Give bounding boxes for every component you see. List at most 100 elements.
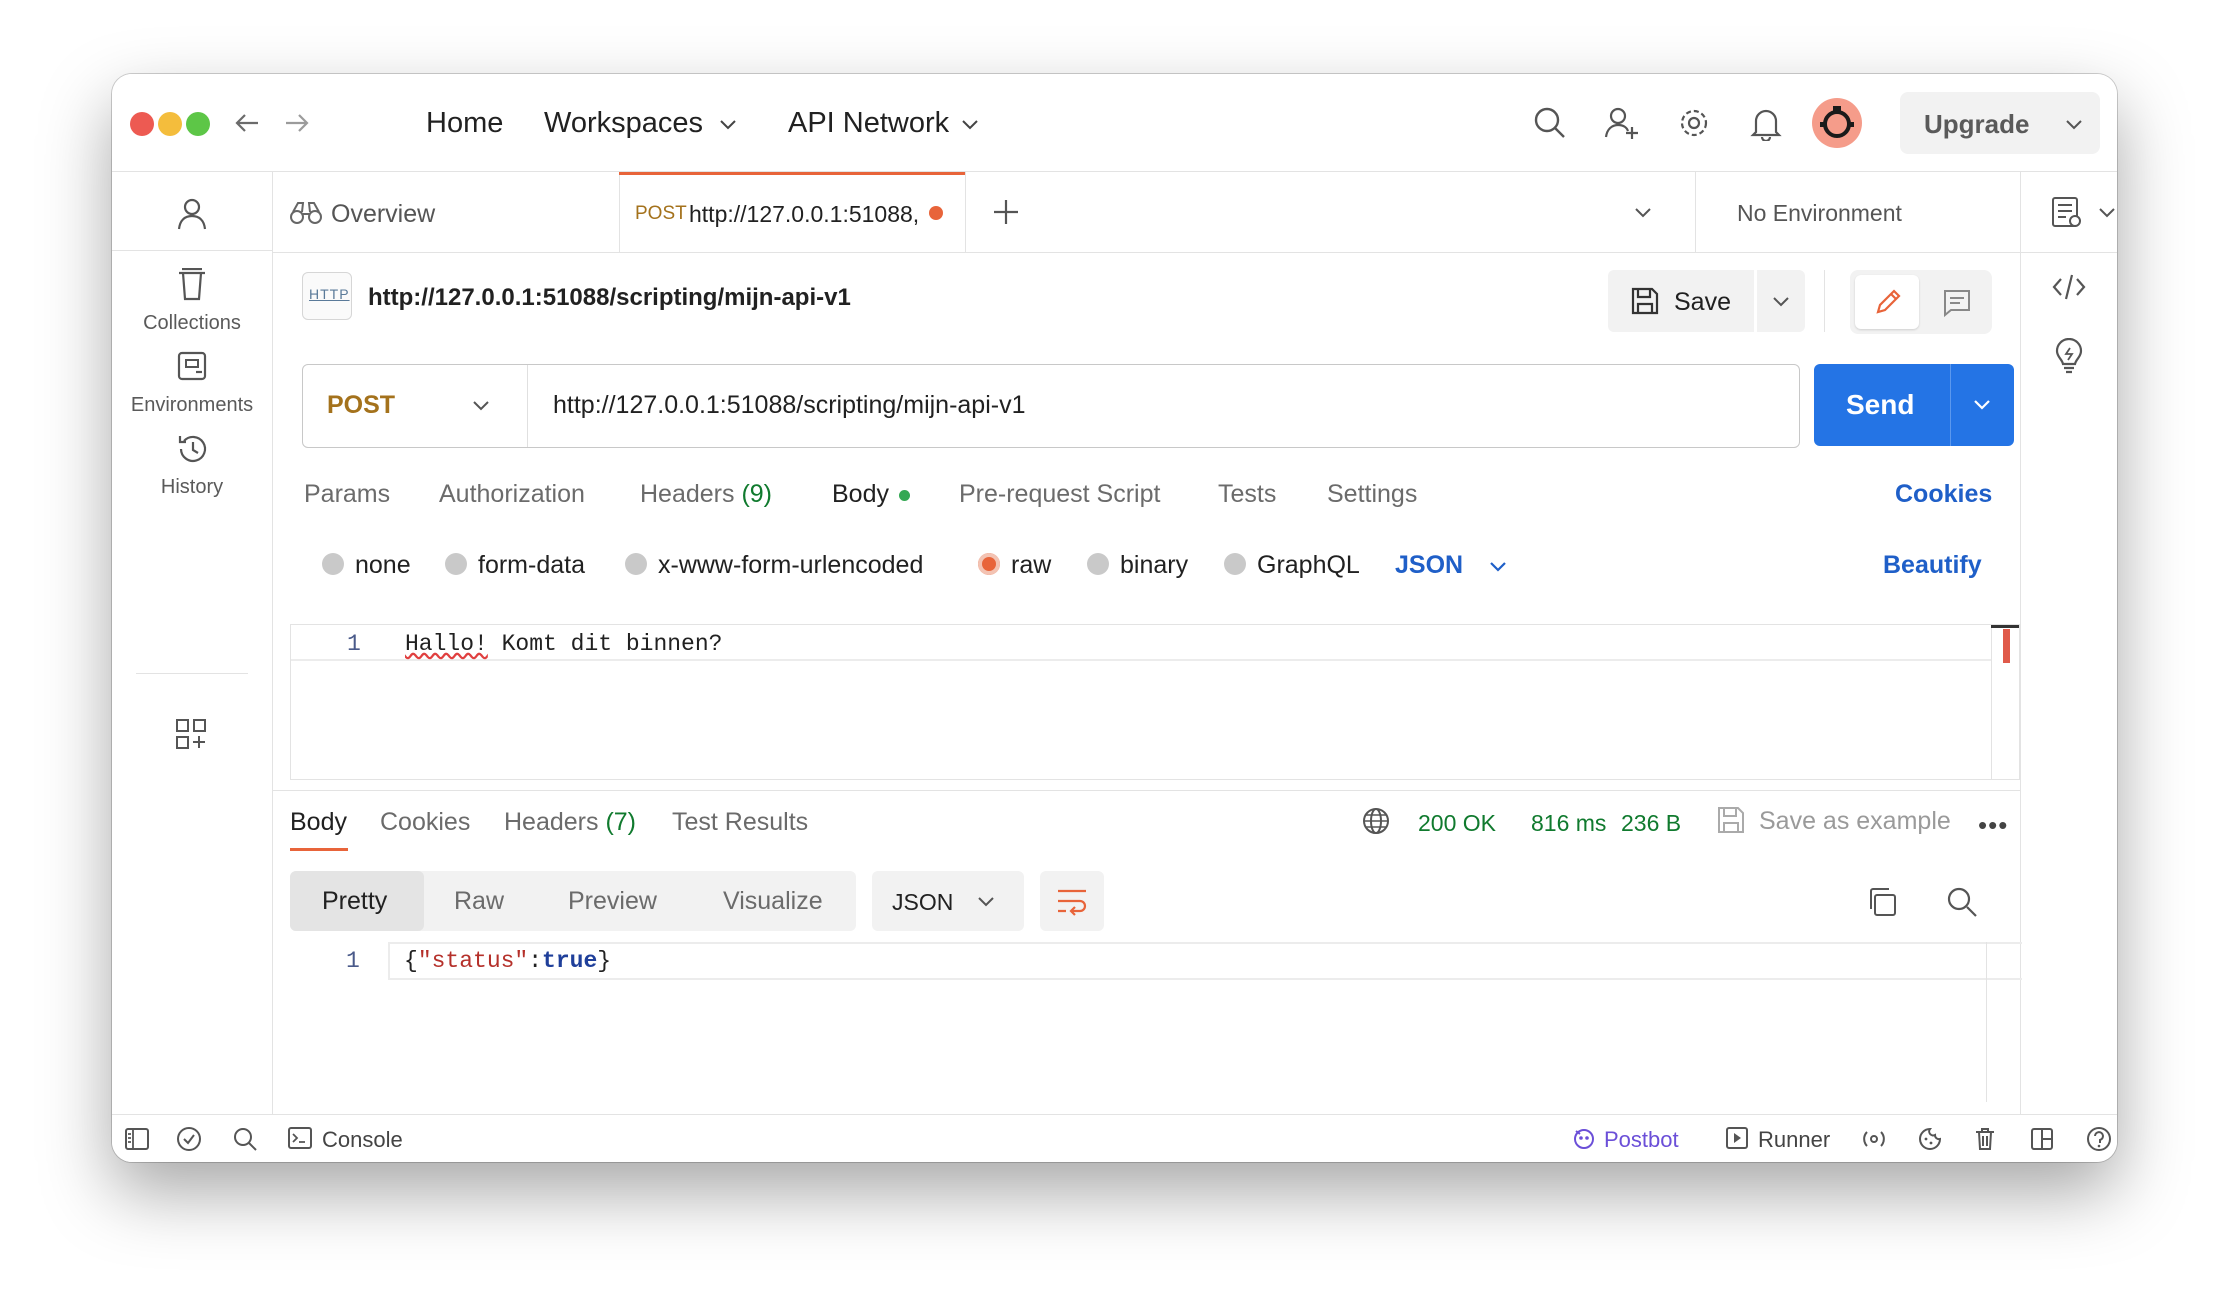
tab-overview[interactable]: Overview [273,172,620,252]
environment-quick-look-icon[interactable] [2051,196,2083,230]
radio-raw-selected[interactable] [978,553,1000,575]
maximize-window-button[interactable] [186,112,210,136]
editor-scrollbar-track[interactable] [1991,625,1992,779]
sidebar-item-label: Environments [130,394,254,416]
pencil-icon [1873,287,1903,317]
response-tab-body[interactable]: Body [290,808,347,837]
minimize-window-button[interactable] [158,112,182,136]
radio-graphql[interactable] [1224,553,1246,575]
comment-icon[interactable] [1942,288,1972,318]
environment-selector[interactable]: No Environment [1697,172,2115,252]
cookies-link[interactable]: Cookies [1895,480,1992,509]
json-colon: : [528,948,543,974]
postbot-button[interactable]: Postbot [1572,1123,1692,1155]
radio-form-data[interactable] [445,553,467,575]
edit-mode-button[interactable] [1855,275,1919,329]
view-mode-visualize[interactable]: Visualize [723,887,823,916]
method-label: POST [327,391,396,419]
divider [2020,172,2021,252]
online-status-icon[interactable] [176,1126,202,1152]
body-format-selector[interactable]: JSON [1395,551,1463,580]
tab-body[interactable]: Body [832,480,889,509]
method-selector[interactable]: POST [303,365,528,447]
radio-urlencoded[interactable] [625,553,647,575]
copy-icon[interactable] [1866,886,1898,918]
environment-icon [176,350,208,384]
lightbulb-icon[interactable] [2053,338,2085,374]
forward-arrow-icon[interactable] [282,108,312,138]
view-mode-pretty[interactable]: Pretty [290,871,424,931]
response-tab-headers[interactable]: Headers (7) [504,808,636,837]
chevron-down-icon[interactable] [1488,556,1508,576]
tab-authorization[interactable]: Authorization [439,480,585,509]
settings-gear-icon[interactable] [1676,105,1712,141]
sidebar-item-collections[interactable]: Collections [112,268,272,358]
save-button[interactable]: Save [1608,270,1754,332]
add-workbench-icon[interactable] [174,717,208,751]
response-format-selector[interactable]: JSON [872,871,1024,931]
request-title[interactable]: http://127.0.0.1:51088/scripting/mijn-ap… [368,284,851,312]
save-options-dropdown[interactable] [1757,270,1805,332]
search-icon[interactable] [1532,105,1568,141]
tab-active-request[interactable]: POST http://127.0.0.1:51088, [619,172,966,252]
invite-user-icon[interactable] [1604,105,1640,141]
back-arrow-icon[interactable] [232,108,262,138]
chevron-down-icon [1771,291,1791,311]
panel-divider[interactable] [273,790,2020,791]
more-options-icon[interactable]: ••• [1978,810,2008,841]
help-icon[interactable] [2086,1126,2112,1152]
notifications-bell-icon[interactable] [1748,105,1784,141]
chevron-down-icon[interactable] [1633,202,1653,222]
viewer-scrollbar-track[interactable] [1986,942,1987,1102]
find-replace-icon[interactable] [232,1126,258,1152]
save-as-example-button[interactable]: Save as example [1759,807,1951,836]
response-size[interactable]: 236 B [1621,810,1681,837]
radio-none[interactable] [322,553,344,575]
tab-headers[interactable]: Headers (9) [640,480,772,509]
user-profile-icon[interactable] [174,196,210,232]
console-button[interactable]: Console [288,1123,428,1155]
upgrade-button[interactable]: Upgrade [1900,92,2100,154]
trash-icon[interactable] [1974,1127,1996,1151]
tab-tests[interactable]: Tests [1218,480,1276,509]
tab-params[interactable]: Params [304,480,390,509]
close-window-button[interactable] [130,112,154,136]
code-snippet-icon[interactable] [2051,272,2087,302]
plus-icon[interactable] [991,197,1021,227]
chevron-down-icon[interactable] [2064,114,2084,134]
capture-requests-icon[interactable] [1862,1127,1886,1151]
runner-button[interactable]: Runner [1726,1123,1836,1155]
chevron-down-icon[interactable] [1972,394,1992,414]
response-time[interactable]: 816 ms [1531,810,1606,837]
wrap-lines-button[interactable] [1040,871,1104,931]
response-tab-cookies[interactable]: Cookies [380,808,470,837]
upgrade-label: Upgrade [1924,109,2030,139]
toggle-sidebar-icon[interactable] [124,1127,150,1151]
radio-binary[interactable] [1087,553,1109,575]
request-body-editor[interactable]: 1 Hallo! Komt dit binnen? [290,624,2020,780]
beautify-button[interactable]: Beautify [1883,551,1982,580]
chevron-down-icon[interactable] [960,114,980,134]
response-tab-test-results[interactable]: Test Results [672,808,808,837]
view-mode-raw[interactable]: Raw [454,887,504,916]
response-body-viewer[interactable]: 1 {"status":true} [290,942,2022,1112]
search-icon[interactable] [1946,886,1978,918]
workspaces-menu[interactable]: Workspaces [544,107,703,140]
globe-icon[interactable] [1361,806,1391,836]
api-network-menu[interactable]: API Network [788,107,949,140]
response-headers-count: (7) [605,808,637,836]
view-mode-toggle: Pretty Raw Preview Visualize [290,871,856,931]
sidebar-item-history[interactable]: History [112,432,272,522]
home-link[interactable]: Home [426,107,503,140]
view-mode-preview[interactable]: Preview [568,887,657,916]
two-pane-view-icon[interactable] [2030,1127,2054,1151]
sidebar-item-environments[interactable]: Environments [112,350,272,440]
tab-settings[interactable]: Settings [1327,480,1417,509]
avatar[interactable] [1812,98,1862,148]
response-status[interactable]: 200 OK [1418,810,1496,837]
send-button[interactable]: Send [1814,364,2014,446]
url-input[interactable]: http://127.0.0.1:51088/scripting/mijn-ap… [553,391,1026,420]
cookies-icon[interactable] [1918,1127,1942,1151]
chevron-down-icon[interactable] [718,114,738,134]
tab-pre-request-script[interactable]: Pre-request Script [959,480,1160,509]
